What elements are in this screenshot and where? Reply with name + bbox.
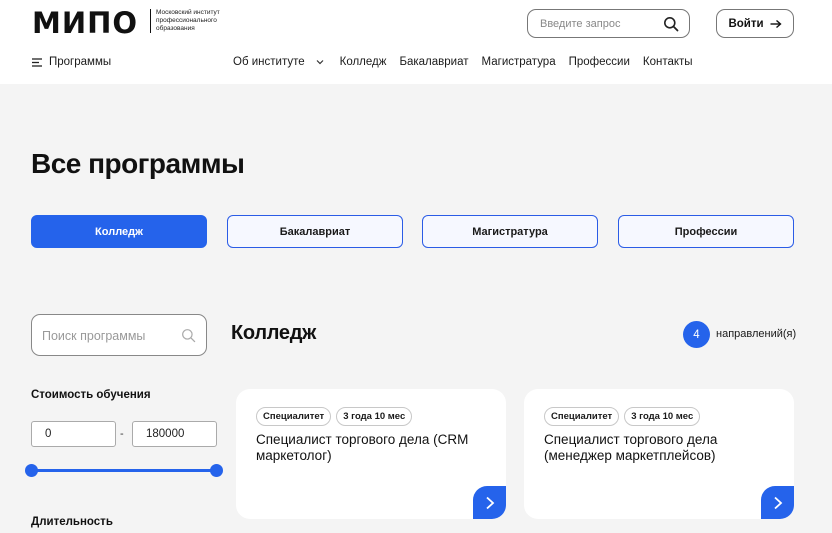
count-badge: 4 xyxy=(683,321,710,348)
arrow-right-icon xyxy=(770,19,782,28)
card-tags: Специалитет 3 года 10 мес xyxy=(256,407,413,426)
price-slider-min-handle[interactable] xyxy=(25,464,38,477)
search-icon[interactable] xyxy=(663,16,679,32)
nav-link-contacts[interactable]: Контакты xyxy=(643,56,693,68)
tab-master[interactable]: Магистратура xyxy=(422,215,598,248)
menu-icon xyxy=(32,57,42,67)
price-min-input[interactable] xyxy=(31,421,116,447)
price-slider-max-handle[interactable] xyxy=(210,464,223,477)
program-search xyxy=(31,314,207,356)
card-open-button[interactable] xyxy=(761,486,794,519)
price-max-input[interactable] xyxy=(132,421,217,447)
site-header: МИПО Московский институт профессионально… xyxy=(0,0,832,84)
tab-bachelor[interactable]: Бакалавриат xyxy=(227,215,403,248)
card-tag-duration: 3 года 10 мес xyxy=(624,407,701,426)
logo-divider xyxy=(150,9,151,33)
price-separator: - xyxy=(120,428,124,440)
chevron-right-icon xyxy=(485,496,494,509)
nav-link-about[interactable]: Об институте xyxy=(233,56,326,68)
programs-menu-button[interactable]: Программы xyxy=(32,56,111,68)
program-search-input[interactable] xyxy=(42,328,172,344)
card-title: Специалист торгового дела (CRM маркетоло… xyxy=(256,432,469,463)
nav-link-label: Об институте xyxy=(233,56,305,68)
logo[interactable]: МИПО xyxy=(32,6,138,40)
nav-link-professions[interactable]: Профессии xyxy=(569,56,630,68)
card-tag-level: Специалитет xyxy=(544,407,620,426)
chevron-down-icon xyxy=(316,60,324,65)
program-card[interactable]: Специалитет 3 года 10 мес Специалист тор… xyxy=(524,389,794,519)
count-label: направлений(я) xyxy=(716,328,797,340)
tab-college[interactable]: Колледж xyxy=(31,215,207,248)
header-search-input[interactable] xyxy=(540,16,660,31)
programs-menu-label: Программы xyxy=(49,56,112,68)
logo-subtitle: Московский институт профессионального об… xyxy=(156,9,220,32)
nav-link-bachelor[interactable]: Бакалавриат xyxy=(399,56,468,68)
card-title: Специалист торгового дела (менеджер марк… xyxy=(544,432,718,463)
section-title: Колледж xyxy=(231,322,316,344)
header-search xyxy=(527,9,690,38)
search-icon[interactable] xyxy=(181,328,196,343)
card-open-button[interactable] xyxy=(473,486,506,519)
card-tag-level: Специалитет xyxy=(256,407,332,426)
card-tags: Специалитет 3 года 10 мес xyxy=(544,407,701,426)
page-title: Все программы xyxy=(31,148,245,179)
card-tag-duration: 3 года 10 мес xyxy=(336,407,413,426)
price-slider-track[interactable] xyxy=(31,469,217,472)
nav-link-master[interactable]: Магистратура xyxy=(482,56,556,68)
main-nav: Об институте Колледж Бакалавриат Магистр… xyxy=(233,56,706,68)
chevron-right-icon xyxy=(773,496,782,509)
tab-professions[interactable]: Профессии xyxy=(618,215,794,248)
cost-filter-title: Стоимость обучения xyxy=(31,389,151,401)
login-button[interactable]: Войти xyxy=(716,9,794,38)
duration-filter-title: Длительность xyxy=(31,516,113,528)
login-label: Войти xyxy=(728,17,764,30)
program-card[interactable]: Специалитет 3 года 10 мес Специалист тор… xyxy=(236,389,506,519)
nav-link-college[interactable]: Колледж xyxy=(340,56,387,68)
